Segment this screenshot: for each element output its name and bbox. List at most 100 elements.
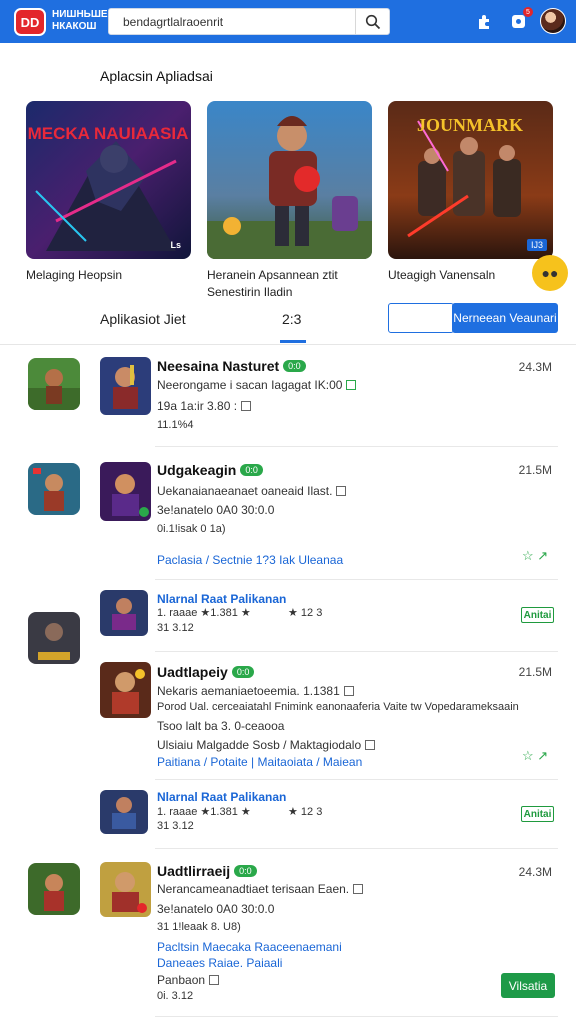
list-item-name-text-4: Uadtlapeiy (157, 664, 228, 680)
list-item-name-2[interactable]: Udgakeagin 0:0 (157, 462, 263, 478)
list-thumb-2[interactable] (28, 463, 80, 515)
search-button[interactable] (355, 9, 389, 34)
list-item-line1b-3: ★ 12 3 (288, 607, 323, 619)
featured-art-3: JOUNMARK (388, 101, 553, 259)
list-item-line1-text-4: Nekaris aemaniaetoeemia. 1.1381 (157, 684, 340, 698)
list-item-line2-3: 31 3.12 (157, 622, 194, 634)
search-box[interactable]: bendagrtlalraoenrit (108, 8, 390, 35)
list-item-line4-text-4: Ulsiaiu Malgadde Sosb / Maktagiodalo (157, 738, 362, 752)
list-icon-6[interactable] (100, 862, 151, 917)
tab-center[interactable]: 2:3 (282, 311, 301, 327)
list-thumb-3[interactable] (28, 612, 80, 664)
featured-label-3[interactable]: Uteagigh Vanensaln (388, 267, 495, 284)
list-thumb-6[interactable] (28, 863, 80, 915)
list-divider (155, 848, 558, 849)
list-item-action-3[interactable]: Anitai (521, 607, 554, 623)
list-item-size-6: 24.3M (518, 865, 552, 879)
list-icon-5[interactable] (100, 790, 148, 834)
top-bar: DD НИШНЬШЕ НКАКОШ bendagrtlalraoenrit 5 (0, 0, 576, 43)
list-item-name-6[interactable]: Uadtlirraeij 0:0 (157, 863, 257, 879)
list-item-title-5[interactable]: Nlarnal Raat Palikanan (157, 790, 286, 804)
calendar-icon (241, 401, 252, 411)
notification-icon[interactable]: 5 (508, 7, 533, 32)
list-icon-1[interactable] (100, 357, 151, 415)
list-item-line3-4: Tsoo lalt ba 3. 0-ceaooa (157, 719, 285, 733)
list-icon-2[interactable] (100, 462, 151, 521)
list-item-line2-6: 3e!anatelo 0A0 30:0.0 (157, 902, 275, 916)
search-icon (365, 14, 380, 29)
featured-art-title-1: MECKA NAUIAASIA (28, 124, 189, 143)
list-item-pill-2: 0:0 (240, 464, 263, 476)
featured-card-2[interactable] (207, 101, 372, 259)
primary-action-button[interactable]: Nerneean Veaunari (452, 303, 558, 333)
list-divider (155, 446, 558, 447)
list-item-line1-5: 1. raaae ★1.381 ★ (157, 806, 251, 818)
featured-label-2[interactable]: Heranein Apsannean ztit Senestirin Iladi… (207, 267, 357, 301)
brand-line-2: НКАКОШ (52, 21, 97, 32)
list-icon-3[interactable] (100, 590, 148, 636)
puzzle-icon[interactable] (474, 10, 496, 32)
list-item-line1-text-1: Neerongame i sacan Iagagat IK:00 (157, 378, 343, 392)
featured-card-3[interactable]: JOUNMARK IJ3 (388, 101, 553, 259)
list-item-link-4[interactable]: Paitiana / Potaite | Maitaoiata / Maiean (157, 755, 362, 769)
list-item-line1-2: Uekanaianaeanaet oaneaid Ilast. (157, 484, 347, 498)
list-item-title-3[interactable]: Nlarnal Raat Palikanan (157, 592, 286, 606)
notification-badge: 5 (523, 7, 533, 17)
list-item-name-text-2: Udgakeagin (157, 462, 237, 478)
list-item-line2-2: 3e!anatelo 0A0 30:0.0 (157, 503, 275, 517)
list-item-line4-text-6: Panbaon (157, 973, 206, 987)
verified-icon (346, 380, 357, 390)
list-item-size-4: 21.5M (518, 665, 552, 679)
list-item-name-text-6: Uadtlirraeij (157, 863, 231, 879)
list-item-line3-1: 11.1%4 (157, 419, 194, 431)
featured-section-title: Aplacsin Apliadsai (100, 68, 213, 84)
install-button[interactable]: Vilsatia (501, 973, 555, 998)
featured-art-2 (207, 101, 372, 259)
list-item-line2-text-1: 19a 1a:ir 3.80 : (157, 399, 238, 413)
list-item-name-4[interactable]: Uadtlapeiy 0:0 (157, 664, 255, 680)
list-divider (155, 779, 558, 780)
featured-art-1: MECKA NAUIAASIA (26, 101, 191, 259)
calendar-icon (209, 975, 220, 985)
list-item-link2-6[interactable]: Daneaes Raiae. Paiaali (157, 956, 282, 970)
search-input[interactable]: bendagrtlalraoenrit (123, 15, 223, 29)
list-item-pill-4: 0:0 (231, 666, 255, 678)
list-item-line1-3: 1. raaae ★1.381 ★ (157, 607, 251, 619)
list-item-line4-4: Ulsiaiu Malgadde Sosb / Maktagiodalo (157, 738, 376, 752)
outline-button[interactable] (388, 303, 454, 333)
list-item-line2-5: 31 3.12 (157, 820, 194, 832)
list-item-line1-1: Neerongame i sacan Iagagat IK:00 (157, 378, 357, 392)
tab-underline (280, 340, 306, 343)
list-item-link-2[interactable]: Paclasia / Sectnie 1?3 Iak Uleanaa (157, 553, 343, 567)
list-item-size-2: 21.5M (518, 463, 552, 477)
calendar-icon (336, 486, 347, 496)
tab-apps[interactable]: Aplikasiot Jiet (100, 311, 186, 327)
list-thumb-1[interactable] (28, 358, 80, 410)
list-item-line1-text-2: Uekanaianaeanaet oaneaid Ilast. (157, 484, 333, 498)
list-item-line1b-5: ★ 12 3 (288, 806, 323, 818)
list-item-link1-6[interactable]: Pacltsin Maecaka Raaceenaemani (157, 940, 342, 954)
featured-label-1[interactable]: Melaging Heopsin (26, 267, 122, 284)
list-divider (155, 1016, 558, 1017)
featured-tag-3: IJ3 (526, 239, 547, 251)
avatar[interactable] (540, 8, 566, 34)
brand-line-1: НИШНЬШЕ (52, 9, 108, 20)
list-item-line3-6: 31 1!leaak 8. U8) (157, 921, 241, 933)
list-divider (155, 651, 558, 652)
featured-card-1[interactable]: MECKA NAUIAASIA Ls (26, 101, 191, 259)
share-icon[interactable]: ☆ ↗ (522, 548, 548, 564)
list-item-pill-6: 0:0 (234, 865, 257, 877)
list-item-name-1[interactable]: Neesaina Nasturet 0:0 (157, 358, 306, 374)
emoji-icon: ●● (541, 265, 559, 281)
list-item-line1-text-6: Nerancameanadtiaet terisaan Eaen. (157, 882, 350, 896)
calendar-icon (353, 884, 364, 894)
list-item-pill-1: 0:0 (283, 360, 306, 372)
calendar-icon (343, 686, 354, 696)
brand-name: НИШНЬШЕ НКАКОШ (52, 9, 108, 33)
emoji-button[interactable]: ●● (532, 255, 568, 291)
list-icon-4[interactable] (100, 662, 151, 718)
list-item-line2-4: Porod Ual. cerceaiatahl Fnimink eanonaaf… (157, 701, 519, 713)
share-icon[interactable]: ☆ ↗ (522, 748, 548, 764)
app-logo[interactable]: DD (14, 8, 46, 36)
list-item-action-5[interactable]: Anitai (521, 806, 554, 822)
